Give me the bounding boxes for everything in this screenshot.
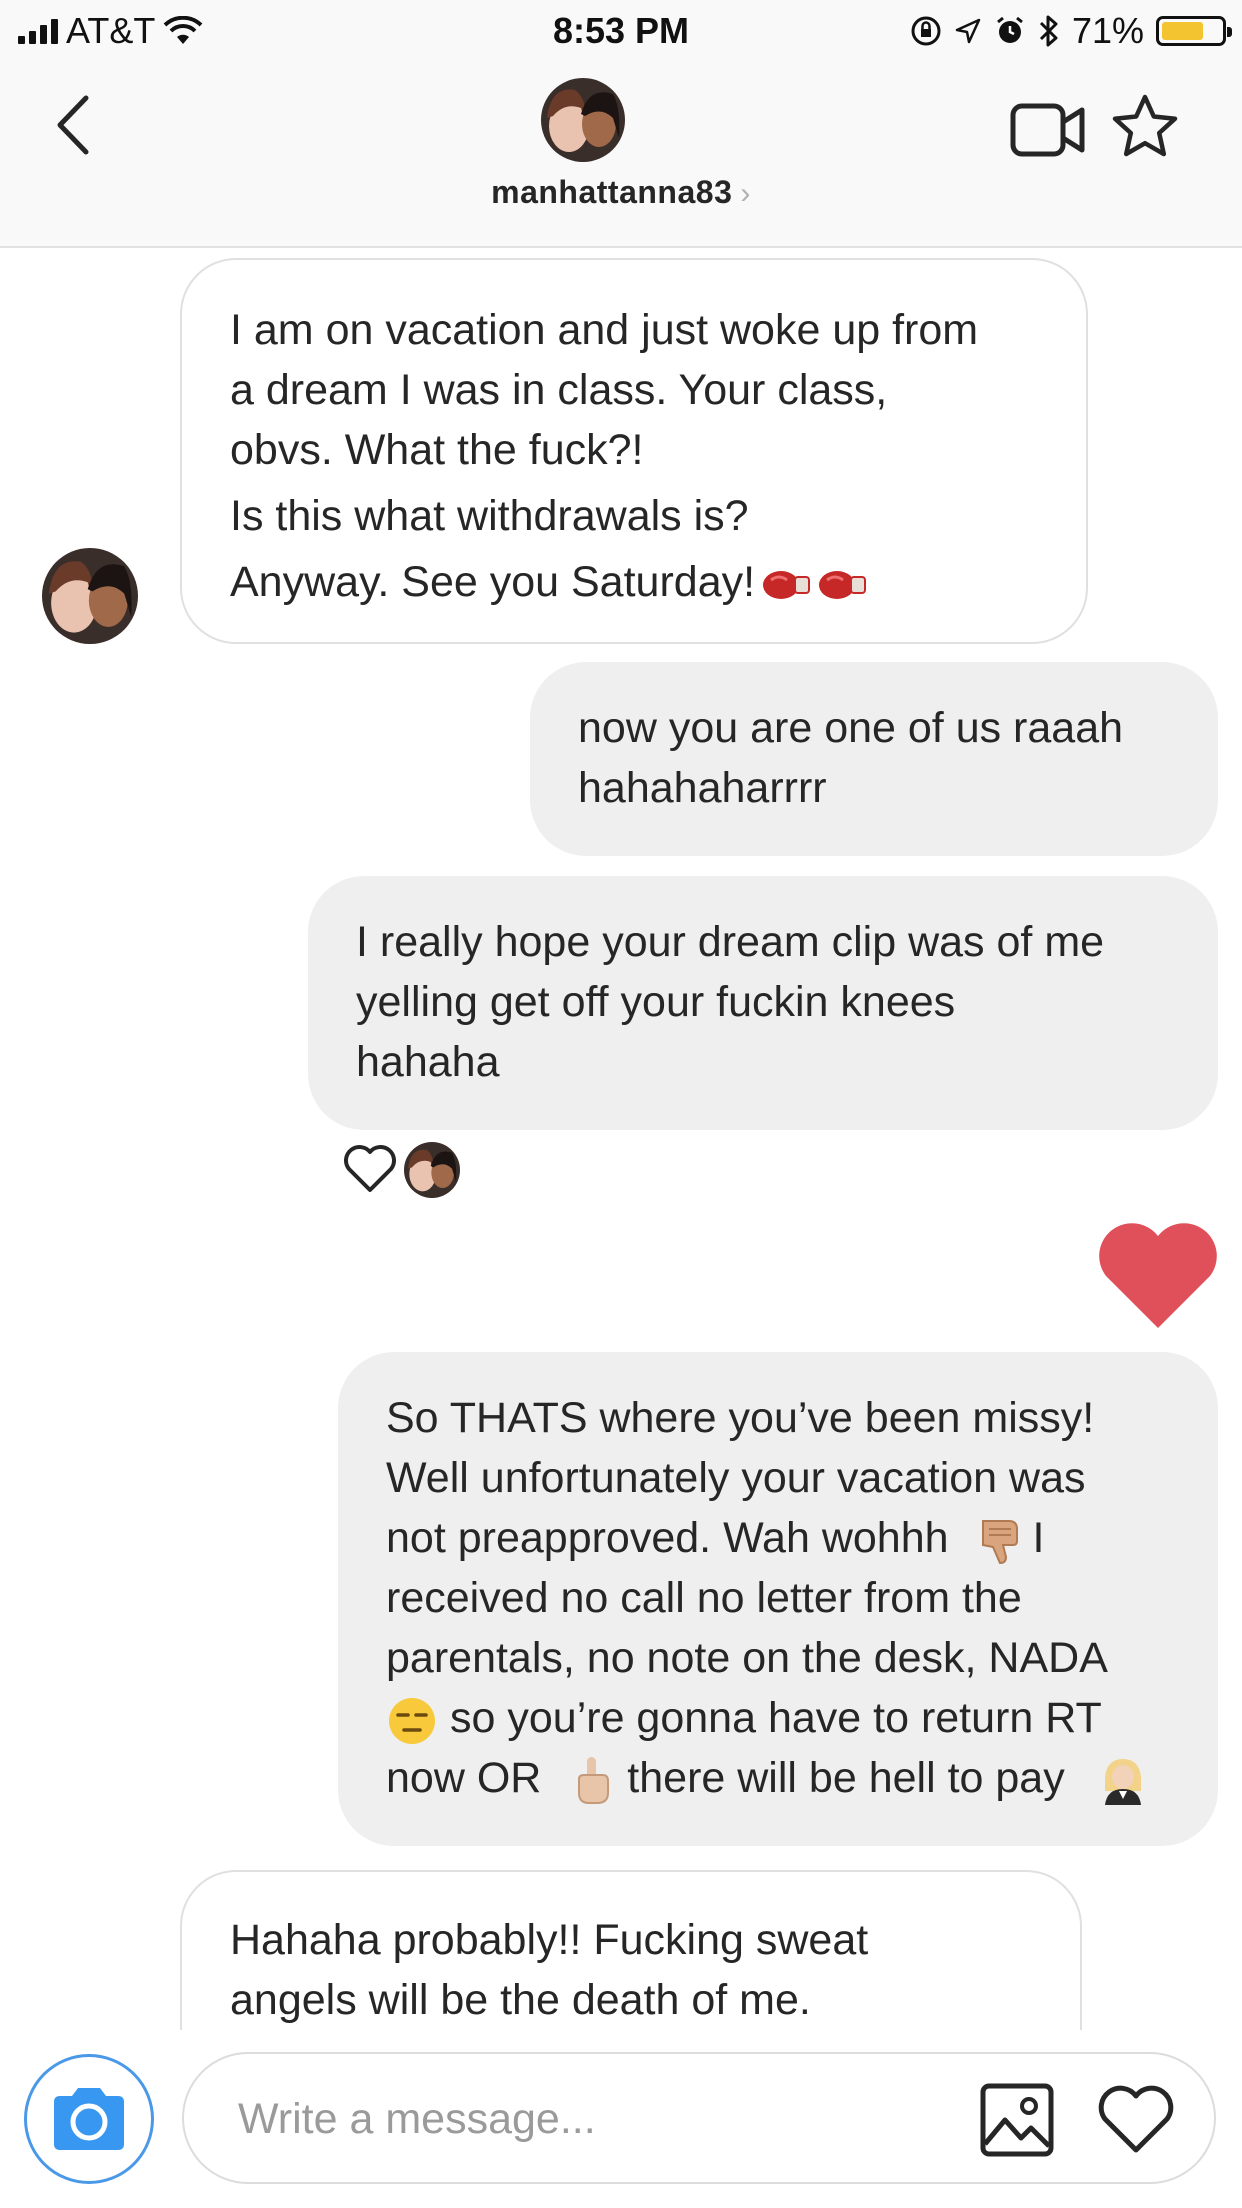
woman-judge-icon xyxy=(1104,1758,1141,1805)
message-line: so you’re gonna have to return RT xyxy=(450,1694,1102,1742)
battery-percent: 71% xyxy=(1071,10,1144,51)
message-line: I really hope your dream clip was of me xyxy=(356,918,1105,966)
camera-icon xyxy=(54,2088,124,2150)
avatar[interactable] xyxy=(42,548,138,644)
index-pointing-up-icon xyxy=(578,1756,610,1804)
message-line: I am on vacation and just woke up from xyxy=(230,306,979,354)
message-line: Anyway. See you Saturday! xyxy=(230,558,756,606)
heart-outline-icon[interactable] xyxy=(342,1144,398,1194)
heart-icon[interactable] xyxy=(1096,2084,1176,2156)
conversation-header: manhattanna83 › xyxy=(0,62,1242,248)
message-fragment: I xyxy=(1032,1514,1045,1562)
message-input[interactable] xyxy=(238,2084,938,2154)
message-bubble-outgoing[interactable]: So THATS where you’ve been missy! Well u… xyxy=(338,1352,1218,1846)
boxing-glove-icon xyxy=(763,570,811,599)
message-clip-region: Hahaha probably!! Fucking sweat angels w… xyxy=(0,1870,1242,2030)
message-bubble-incoming[interactable]: Hahaha probably!! Fucking sweat angels w… xyxy=(180,1870,1082,2030)
bluetooth-icon xyxy=(1039,15,1058,47)
message-line: not preapproved. Wah wohhh xyxy=(386,1514,949,1562)
message-line: hahaha xyxy=(356,1038,500,1086)
message-line: So THATS where you’ve been missy! xyxy=(386,1394,1095,1442)
message-line: now you are one of us raaah xyxy=(578,704,1124,752)
message-line: yelling get off your fuckin knees xyxy=(356,978,956,1026)
thumbs-down-icon xyxy=(981,1519,1018,1564)
message-line: obvs. What the fuck?! xyxy=(230,426,644,474)
message-line: hahahaharrrr xyxy=(578,764,827,812)
avatar xyxy=(404,1142,460,1198)
message-bubble-outgoing[interactable]: I really hope your dream clip was of me … xyxy=(308,876,1218,1130)
expressionless-face-icon xyxy=(389,1697,435,1744)
message-line: parentals, no note on the desk, NADA xyxy=(386,1634,1108,1682)
alarm-icon xyxy=(997,16,1023,43)
avatar[interactable] xyxy=(541,78,625,162)
message-line: Is this what withdrawals is? xyxy=(230,492,749,540)
username-link[interactable]: manhattanna83 › xyxy=(0,174,1242,211)
chevron-right-icon: › xyxy=(740,177,751,210)
message-line: a dream I was in class. Your class, xyxy=(230,366,888,414)
message-bubble-incoming[interactable]: I am on vacation and just woke up from a… xyxy=(180,258,1088,644)
message-line: angels will be the death of me. xyxy=(230,1976,811,2024)
orientation-lock-icon xyxy=(911,16,941,46)
status-bar: AT&T 8:53 PM 71% xyxy=(0,0,1242,62)
video-camera-icon[interactable] xyxy=(1010,100,1086,160)
star-icon[interactable] xyxy=(1110,92,1180,162)
gallery-icon[interactable] xyxy=(979,2082,1055,2158)
message-line: there will be hell to pay xyxy=(627,1754,1065,1802)
red-heart-icon[interactable] xyxy=(1096,1222,1220,1332)
location-icon xyxy=(955,18,981,44)
boxing-glove-icon xyxy=(819,570,867,599)
battery-icon xyxy=(1156,16,1232,46)
message-line: now OR xyxy=(386,1754,542,1802)
message-bubble-outgoing[interactable]: now you are one of us raaah hahahaharrrr xyxy=(530,662,1218,856)
battery-level xyxy=(1162,22,1204,40)
camera-button[interactable] xyxy=(24,2054,154,2184)
message-line: received no call no letter from the xyxy=(386,1574,1022,1622)
back-icon[interactable] xyxy=(48,90,108,160)
message-composer xyxy=(182,2052,1216,2184)
username: manhattanna83 xyxy=(491,174,733,210)
message-line: Well unfortunately your vacation was xyxy=(386,1454,1086,1502)
message-line: Hahaha probably!! Fucking sweat xyxy=(230,1916,869,1964)
